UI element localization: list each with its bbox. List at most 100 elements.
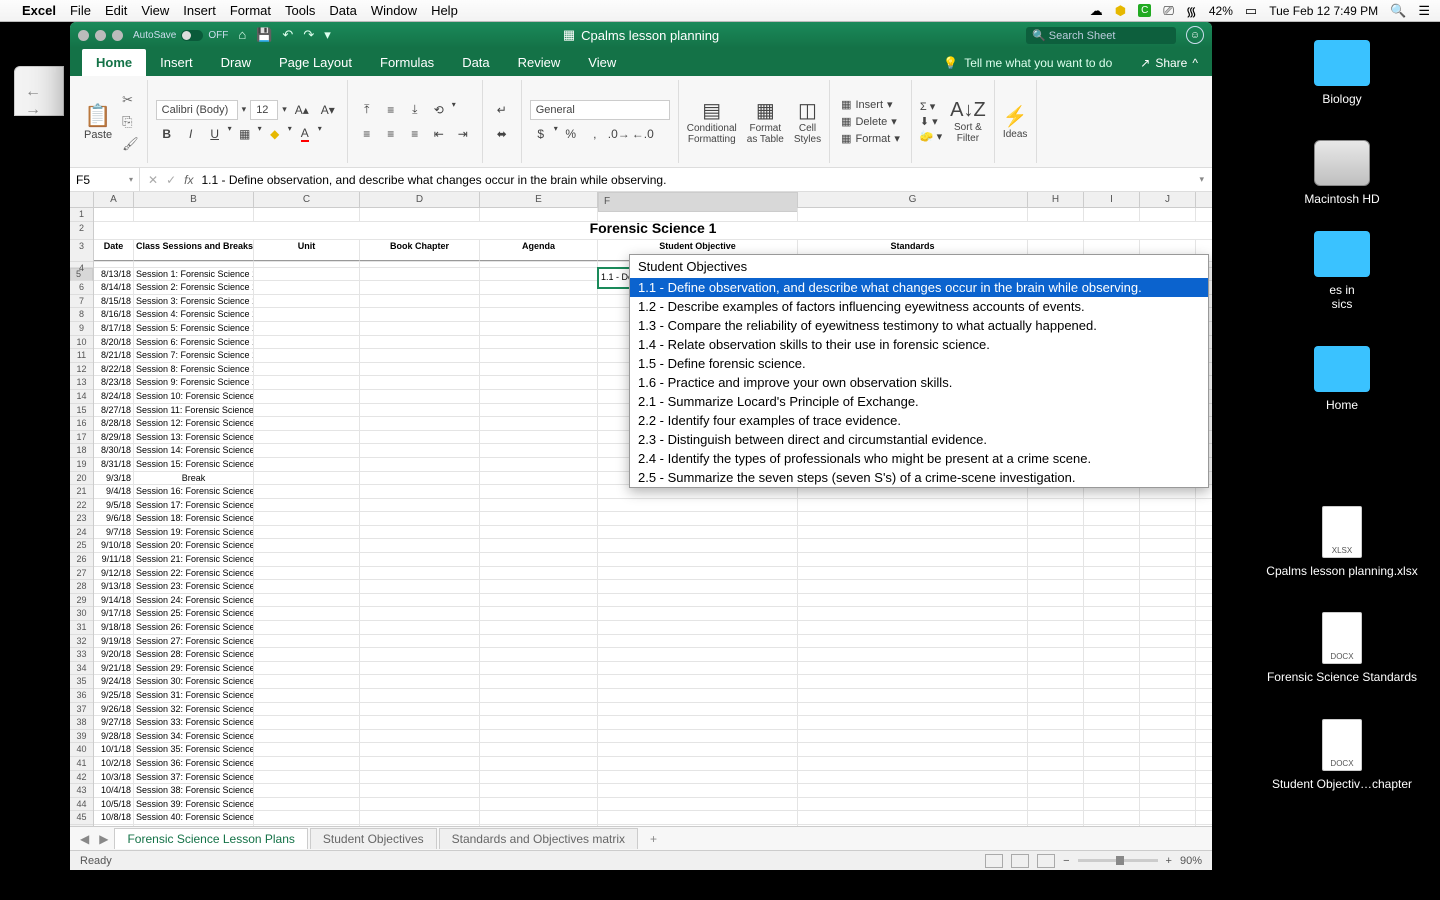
sheet-tab-active[interactable]: Forensic Science Lesson Plans bbox=[114, 828, 307, 849]
cell[interactable] bbox=[480, 322, 598, 335]
folder-home[interactable]: Home bbox=[1314, 346, 1370, 412]
cell[interactable]: 8/24/18 bbox=[94, 390, 134, 403]
cell[interactable]: Session 8: Forensic Science 1 bbox=[134, 363, 254, 376]
cell[interactable]: Session 13: Forensic Science 1 bbox=[134, 431, 254, 444]
cell[interactable] bbox=[254, 648, 360, 661]
cell[interactable] bbox=[1084, 621, 1140, 634]
cell[interactable] bbox=[480, 417, 598, 430]
cell[interactable] bbox=[480, 390, 598, 403]
row-header-38[interactable]: 38 bbox=[70, 716, 93, 730]
col-header-C[interactable]: C bbox=[254, 192, 360, 207]
cell[interactable] bbox=[598, 621, 798, 634]
border-button[interactable]: ▦ bbox=[234, 124, 256, 144]
cell[interactable] bbox=[360, 281, 480, 294]
cell[interactable] bbox=[1140, 567, 1196, 580]
cell[interactable] bbox=[798, 689, 1028, 702]
dec-decimal-icon[interactable]: ←.0 bbox=[632, 124, 654, 144]
cell[interactable]: Session 41: Forensic Science 1 bbox=[134, 825, 254, 826]
file-xlsx[interactable]: XLSXCpalms lesson planning.xlsx bbox=[1266, 506, 1417, 578]
cell[interactable] bbox=[254, 689, 360, 702]
cell[interactable]: 8/22/18 bbox=[94, 363, 134, 376]
cell[interactable] bbox=[480, 730, 598, 743]
cell[interactable] bbox=[1084, 553, 1140, 566]
cell[interactable] bbox=[1140, 825, 1196, 826]
fill-color-button[interactable]: ◆ bbox=[264, 124, 286, 144]
cell[interactable] bbox=[480, 349, 598, 362]
cell[interactable] bbox=[598, 607, 798, 620]
cell[interactable] bbox=[798, 594, 1028, 607]
cell[interactable]: Session 14: Forensic Science 1 bbox=[134, 444, 254, 457]
row-header-8[interactable]: 8 bbox=[70, 308, 93, 322]
cell[interactable] bbox=[798, 567, 1028, 580]
cell[interactable] bbox=[360, 648, 480, 661]
select-all-triangle[interactable] bbox=[70, 192, 93, 208]
cell[interactable] bbox=[1084, 580, 1140, 593]
menu-help[interactable]: Help bbox=[431, 3, 458, 18]
insert-cells[interactable]: ▦ Insert ▾ bbox=[838, 97, 903, 112]
cell[interactable] bbox=[254, 703, 360, 716]
cell[interactable] bbox=[254, 404, 360, 417]
cell[interactable]: Session 10: Forensic Science 1 bbox=[134, 390, 254, 403]
cell[interactable] bbox=[798, 635, 1028, 648]
cell[interactable] bbox=[360, 730, 480, 743]
cell[interactable] bbox=[1028, 743, 1084, 756]
cell[interactable]: Break bbox=[134, 472, 254, 485]
cell[interactable]: Session 17: Forensic Science 1 bbox=[134, 499, 254, 512]
cell[interactable] bbox=[798, 784, 1028, 797]
cell[interactable] bbox=[1084, 567, 1140, 580]
row-header-13[interactable]: 13 bbox=[70, 376, 93, 390]
cell[interactable] bbox=[598, 730, 798, 743]
row-header-46[interactable]: 46 bbox=[70, 825, 93, 826]
cell[interactable] bbox=[1140, 811, 1196, 824]
cell[interactable] bbox=[360, 390, 480, 403]
share-button[interactable]: ↗ Share ^ bbox=[1126, 50, 1212, 76]
cell[interactable] bbox=[254, 336, 360, 349]
cell[interactable] bbox=[254, 798, 360, 811]
copy-icon[interactable]: ⎘ bbox=[122, 114, 139, 130]
cell[interactable] bbox=[1028, 784, 1084, 797]
cell[interactable] bbox=[254, 743, 360, 756]
cell[interactable] bbox=[798, 757, 1028, 770]
row-header-35[interactable]: 35 bbox=[70, 675, 93, 689]
battery-percent[interactable]: 42% bbox=[1209, 4, 1233, 18]
sheet-tab-1[interactable]: Student Objectives bbox=[310, 828, 437, 849]
cell[interactable]: Session 36: Forensic Science 1 bbox=[134, 757, 254, 770]
cell[interactable] bbox=[598, 811, 798, 824]
cell[interactable] bbox=[360, 322, 480, 335]
cell[interactable] bbox=[1028, 703, 1084, 716]
cell[interactable] bbox=[1140, 580, 1196, 593]
row-header-26[interactable]: 26 bbox=[70, 553, 93, 567]
cell[interactable] bbox=[598, 512, 798, 525]
cell[interactable] bbox=[598, 703, 798, 716]
cell[interactable] bbox=[254, 757, 360, 770]
cell[interactable] bbox=[1140, 526, 1196, 539]
cell[interactable] bbox=[480, 716, 598, 729]
cell[interactable] bbox=[1140, 716, 1196, 729]
cell[interactable]: 8/23/18 bbox=[94, 376, 134, 389]
cell[interactable] bbox=[254, 675, 360, 688]
cell[interactable] bbox=[598, 798, 798, 811]
cell[interactable] bbox=[360, 444, 480, 457]
cell[interactable] bbox=[1084, 730, 1140, 743]
cell[interactable]: Session 38: Forensic Science 1 bbox=[134, 784, 254, 797]
row-header-24[interactable]: 24 bbox=[70, 526, 93, 540]
grow-font-icon[interactable]: A▴ bbox=[291, 100, 313, 120]
col-header-D[interactable]: D bbox=[360, 192, 480, 207]
row-header-30[interactable]: 30 bbox=[70, 607, 93, 621]
cell[interactable] bbox=[1140, 512, 1196, 525]
cell[interactable] bbox=[254, 539, 360, 552]
cell[interactable] bbox=[480, 308, 598, 321]
qat-home-icon[interactable]: ⌂ bbox=[238, 27, 246, 43]
feedback-icon[interactable]: ☺ bbox=[1186, 26, 1204, 44]
cell[interactable] bbox=[1140, 784, 1196, 797]
font-select[interactable]: Calibri (Body) bbox=[156, 100, 238, 120]
menu-view[interactable]: View bbox=[141, 3, 169, 18]
cell[interactable] bbox=[1028, 553, 1084, 566]
cell[interactable] bbox=[1028, 621, 1084, 634]
clock[interactable]: Tue Feb 12 7:49 PM bbox=[1269, 4, 1378, 18]
row-header-39[interactable]: 39 bbox=[70, 730, 93, 744]
tab-data[interactable]: Data bbox=[448, 49, 503, 76]
add-sheet-button[interactable]: + bbox=[640, 829, 667, 849]
row-header-34[interactable]: 34 bbox=[70, 662, 93, 676]
expand-formula-icon[interactable]: ▾ bbox=[1199, 174, 1204, 185]
